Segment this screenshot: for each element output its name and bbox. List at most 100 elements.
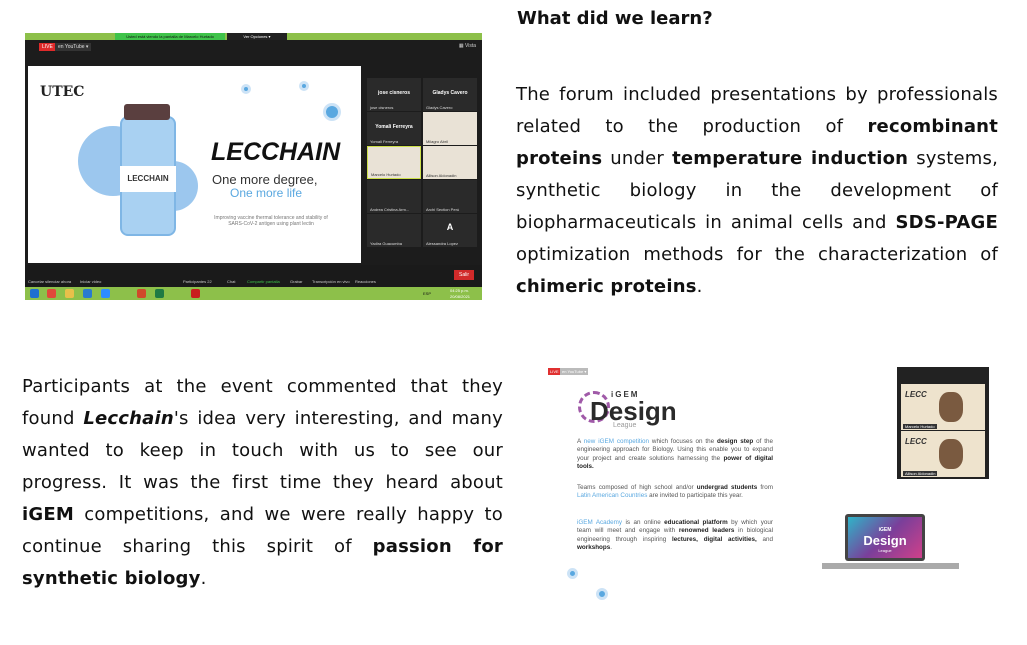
participant-name: jose cisneros <box>378 90 410 96</box>
laptop-logo-league: League <box>878 548 892 553</box>
bold-text: chimeric proteins <box>516 276 697 297</box>
laptop-screen: iGEM Design League <box>848 517 922 558</box>
igem-slide-screenshot: LIVE en YouTube ▾ iGEM Design League A n… <box>545 367 989 612</box>
participant-label: Marcelo Hurtado <box>371 172 401 177</box>
powerpoint-icon <box>137 289 146 298</box>
participant-label: Marcelo Hurtado <box>903 424 937 429</box>
participants-button: Participantes 22 <box>183 279 212 284</box>
video-tile: LECC Allison Aldonadin <box>901 431 985 477</box>
igem-paragraph-1: A new iGEM competition which focuses on … <box>577 438 773 472</box>
text: A <box>577 438 584 445</box>
slide-subtitle: Improving vaccine thermal tolerance and … <box>214 215 328 227</box>
participant-video <box>939 392 963 422</box>
participant-label: Andrea Cristina Arm... <box>370 207 410 212</box>
participant-label: Archi Section Perú <box>426 207 460 212</box>
section-heading: What did we learn? <box>517 8 713 29</box>
view-options-button: Ver Opciones ▾ <box>227 33 287 40</box>
forum-paragraph: The forum included presentations by prof… <box>516 79 998 303</box>
highlight: iGEM Academy <box>577 519 623 526</box>
mute-button: Cancelar silenciar ahora <box>28 279 72 284</box>
bold-text: educational platform <box>664 519 728 526</box>
participant-label: Alessandra Lopez <box>426 241 459 246</box>
text: . <box>200 568 207 589</box>
text: under <box>602 148 673 169</box>
participant-name: Yomali Ferreyra <box>375 124 413 130</box>
participant-label: Milagro Abril <box>426 139 449 144</box>
bold-text: lectures, digital activities, <box>672 535 757 543</box>
participant-video <box>939 439 963 469</box>
text: . <box>696 276 703 297</box>
bold-text: SDS-PAGE <box>895 212 998 233</box>
record-button: Grabar <box>290 279 303 284</box>
presentation-slide: UTEC LECCHAIN LECCHAIN One more degree, … <box>28 66 361 263</box>
tagline-accent: One more life <box>230 186 303 200</box>
floating-video-panel: LECC Marcelo Hurtado LECC Allison Aldonadi… <box>897 367 989 479</box>
bold-text: renowned leaders <box>678 527 735 535</box>
participant-avatar: A <box>446 222 454 232</box>
lecchain-logo: LECC <box>905 437 927 446</box>
language-indicator: ESP <box>423 291 432 296</box>
text: is an online <box>622 519 665 526</box>
participant-label: Allison Aldonadin <box>426 173 457 178</box>
utec-logo: UTEC <box>40 84 85 100</box>
text: are invited to participate this year. <box>647 492 743 500</box>
bold-text: workshops <box>577 544 611 552</box>
edge-icon <box>83 289 92 298</box>
transcription-button: Transcripción en vivo <box>312 279 350 284</box>
lecchain-logo: LECC <box>905 390 927 399</box>
network-node <box>299 81 309 91</box>
excel-icon <box>155 289 164 298</box>
participant-label: jose cisneros <box>370 105 394 110</box>
logo-league: League <box>613 422 637 429</box>
share-screen-button: Compartir pantalla <box>247 279 280 284</box>
laptop-logo-design: Design <box>863 533 907 548</box>
participants-paragraph: Participants at the event commented that… <box>22 371 503 595</box>
bold-text: design step <box>717 438 754 445</box>
text: and <box>756 535 773 543</box>
clock: 04:25 p.m. <box>450 288 469 293</box>
live-badge: LIVE <box>548 368 561 375</box>
windows-taskbar: ESP 04:25 p.m. 20/08/2021 <box>25 287 482 300</box>
chrome-icon <box>47 289 56 298</box>
bold-text: iGEM <box>22 504 74 525</box>
laptop-base <box>822 563 959 569</box>
sharing-banner: Usted está viendo la pantalla de Marcelo… <box>115 33 225 40</box>
network-node <box>241 84 251 94</box>
bold-text: temperature induction <box>672 148 909 169</box>
reactions-button: Reacciones <box>355 279 376 284</box>
text: from <box>757 484 773 491</box>
bold-italic-text: Lecchain <box>83 408 174 429</box>
window-titlebar: Usted está viendo la pantalla de Marcelo… <box>25 33 482 40</box>
video-button: Iniciar video <box>80 279 102 284</box>
igem-paragraph-2: Teams composed of high school and/or und… <box>577 484 773 501</box>
date: 20/08/2021 <box>450 294 471 299</box>
youtube-label: en YouTube ▾ <box>560 368 589 375</box>
highlight: Latin American Countries <box>577 492 648 500</box>
youtube-label: en YouTube ▾ <box>55 43 92 51</box>
bold-text: undergrad students <box>696 484 758 491</box>
network-node <box>323 103 341 121</box>
slide-title: LECCHAIN <box>211 138 341 166</box>
text: Teams composed of high school and/or <box>577 484 697 491</box>
igem-paragraph-3: iGEM Academy is an online educational pl… <box>577 519 773 553</box>
view-button: ▦ Vista <box>458 43 476 49</box>
participant-label: Allison Aldonadin <box>903 471 938 476</box>
vial-label: LECCHAIN <box>120 166 176 192</box>
network-node <box>596 588 608 600</box>
meeting-toolbar: Cancelar silenciar ahora Iniciar video P… <box>25 265 482 287</box>
chat-button: Chat <box>227 279 236 284</box>
text: which focuses on the <box>649 438 718 445</box>
participant-label: Gladys Cavero <box>426 105 453 110</box>
zoom-icon <box>101 289 110 298</box>
text: . <box>610 544 612 552</box>
participant-label: Yomali Ferreyra <box>370 139 399 144</box>
folder-icon <box>65 289 74 298</box>
participant-name: Gladys Cavero <box>432 90 468 96</box>
laptop-illustration: iGEM Design League <box>845 514 925 561</box>
video-tile: LECC Marcelo Hurtado <box>901 384 985 430</box>
zoom-meeting-screenshot: Usted está viendo la pantalla de Marcelo… <box>25 33 482 300</box>
network-node <box>567 568 578 579</box>
live-badge: LIVE <box>39 43 56 51</box>
leave-button: Salir <box>453 270 474 280</box>
windows-start-icon <box>30 289 39 298</box>
